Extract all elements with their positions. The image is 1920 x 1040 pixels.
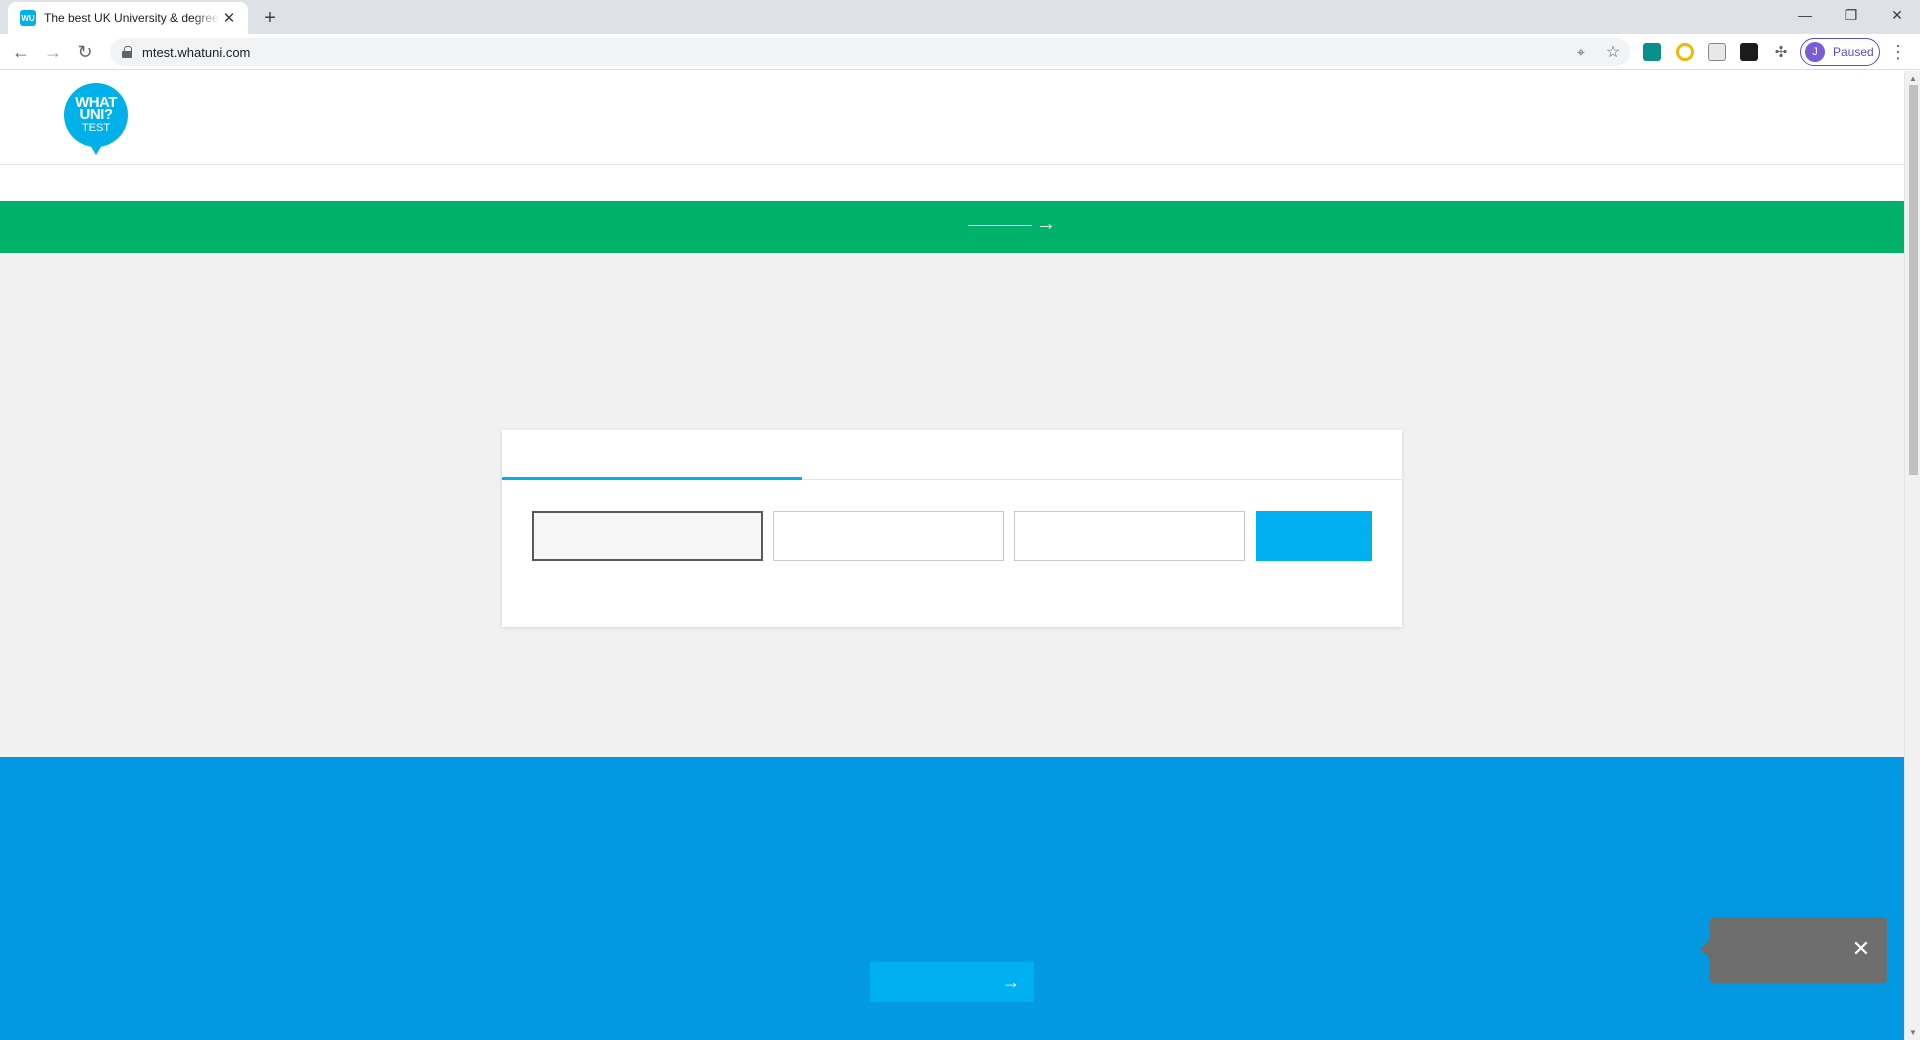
scrollbar-thumb[interactable] — [1909, 85, 1918, 475]
address-url[interactable]: mtest.whatuni.com — [142, 45, 250, 60]
extension-1-icon[interactable] — [1643, 43, 1661, 61]
profile-status: Paused — [1833, 45, 1874, 59]
scroll-up-icon[interactable]: ▲ — [1908, 73, 1918, 83]
arrow-right-icon: → — [1002, 971, 1020, 992]
address-bar[interactable]: mtest.whatuni.com ⌖ ☆ — [110, 38, 1630, 66]
browser-tabstrip: WU The best UK University & degree ✕ + —… — [0, 0, 1920, 34]
back-icon[interactable]: ← — [8, 39, 34, 65]
header-spacer — [0, 165, 1904, 201]
help-tooltip: ✕ — [1700, 917, 1887, 983]
profile-button[interactable]: J Paused — [1800, 38, 1880, 66]
search-tabs — [502, 430, 1402, 480]
lock-icon — [122, 46, 132, 58]
extensions-puzzle-icon[interactable]: ✣ — [1772, 43, 1790, 61]
search-field-3[interactable] — [1014, 511, 1245, 561]
scroll-down-icon[interactable]: ▼ — [1908, 1027, 1918, 1037]
tab-title: The best UK University & degree — [44, 11, 219, 25]
cta-button[interactable]: → — [870, 962, 1034, 1002]
browser-toolbar: ← → ↻ mtest.whatuni.com ⌖ ☆ J Paused ⋮ — [0, 34, 1920, 70]
location-icon[interactable]: ⌖ — [1572, 43, 1590, 61]
new-tab-button[interactable]: + — [258, 6, 282, 30]
logo-line-2: UNI? — [79, 106, 114, 124]
banner-link[interactable] — [968, 225, 1032, 226]
tab-active-indicator[interactable] — [502, 477, 802, 480]
forward-icon[interactable]: → — [40, 39, 66, 65]
window-close-icon[interactable]: ✕ — [1874, 0, 1920, 30]
reload-icon[interactable]: ↻ — [72, 39, 98, 65]
profile-avatar: J — [1805, 42, 1825, 62]
search-button[interactable] — [1256, 511, 1372, 561]
search-field-1[interactable] — [532, 511, 763, 561]
arrow-right-icon[interactable]: → — [1036, 213, 1056, 236]
tooltip-close-icon[interactable]: ✕ — [1847, 935, 1875, 963]
minimize-icon[interactable]: — — [1782, 0, 1828, 30]
page-viewport: WHAT UNI? TEST → → ✕ ▲ ▼ — [0, 71, 1920, 1040]
logo-line-3: TEST — [81, 122, 111, 135]
page-scrollbar[interactable]: ▲ ▼ — [1904, 71, 1920, 1040]
extension-3-icon[interactable] — [1708, 43, 1726, 61]
browser-menu-icon[interactable]: ⋮ — [1886, 40, 1910, 64]
bookmark-star-icon[interactable]: ☆ — [1604, 43, 1622, 61]
promo-banner: → — [0, 201, 1904, 253]
extension-4-icon[interactable] — [1740, 43, 1758, 61]
whatuni-favicon-icon: WU — [20, 10, 36, 26]
tab-close-icon[interactable]: ✕ — [220, 9, 238, 27]
whatuni-logo[interactable]: WHAT UNI? TEST — [64, 83, 128, 155]
site-header: WHAT UNI? TEST — [0, 71, 1904, 165]
search-field-2[interactable] — [773, 511, 1004, 561]
extension-2-icon[interactable] — [1676, 43, 1694, 61]
restore-icon[interactable]: ❐ — [1828, 0, 1874, 30]
search-card — [502, 430, 1402, 627]
browser-tab[interactable]: WU The best UK University & degree ✕ — [8, 2, 248, 34]
